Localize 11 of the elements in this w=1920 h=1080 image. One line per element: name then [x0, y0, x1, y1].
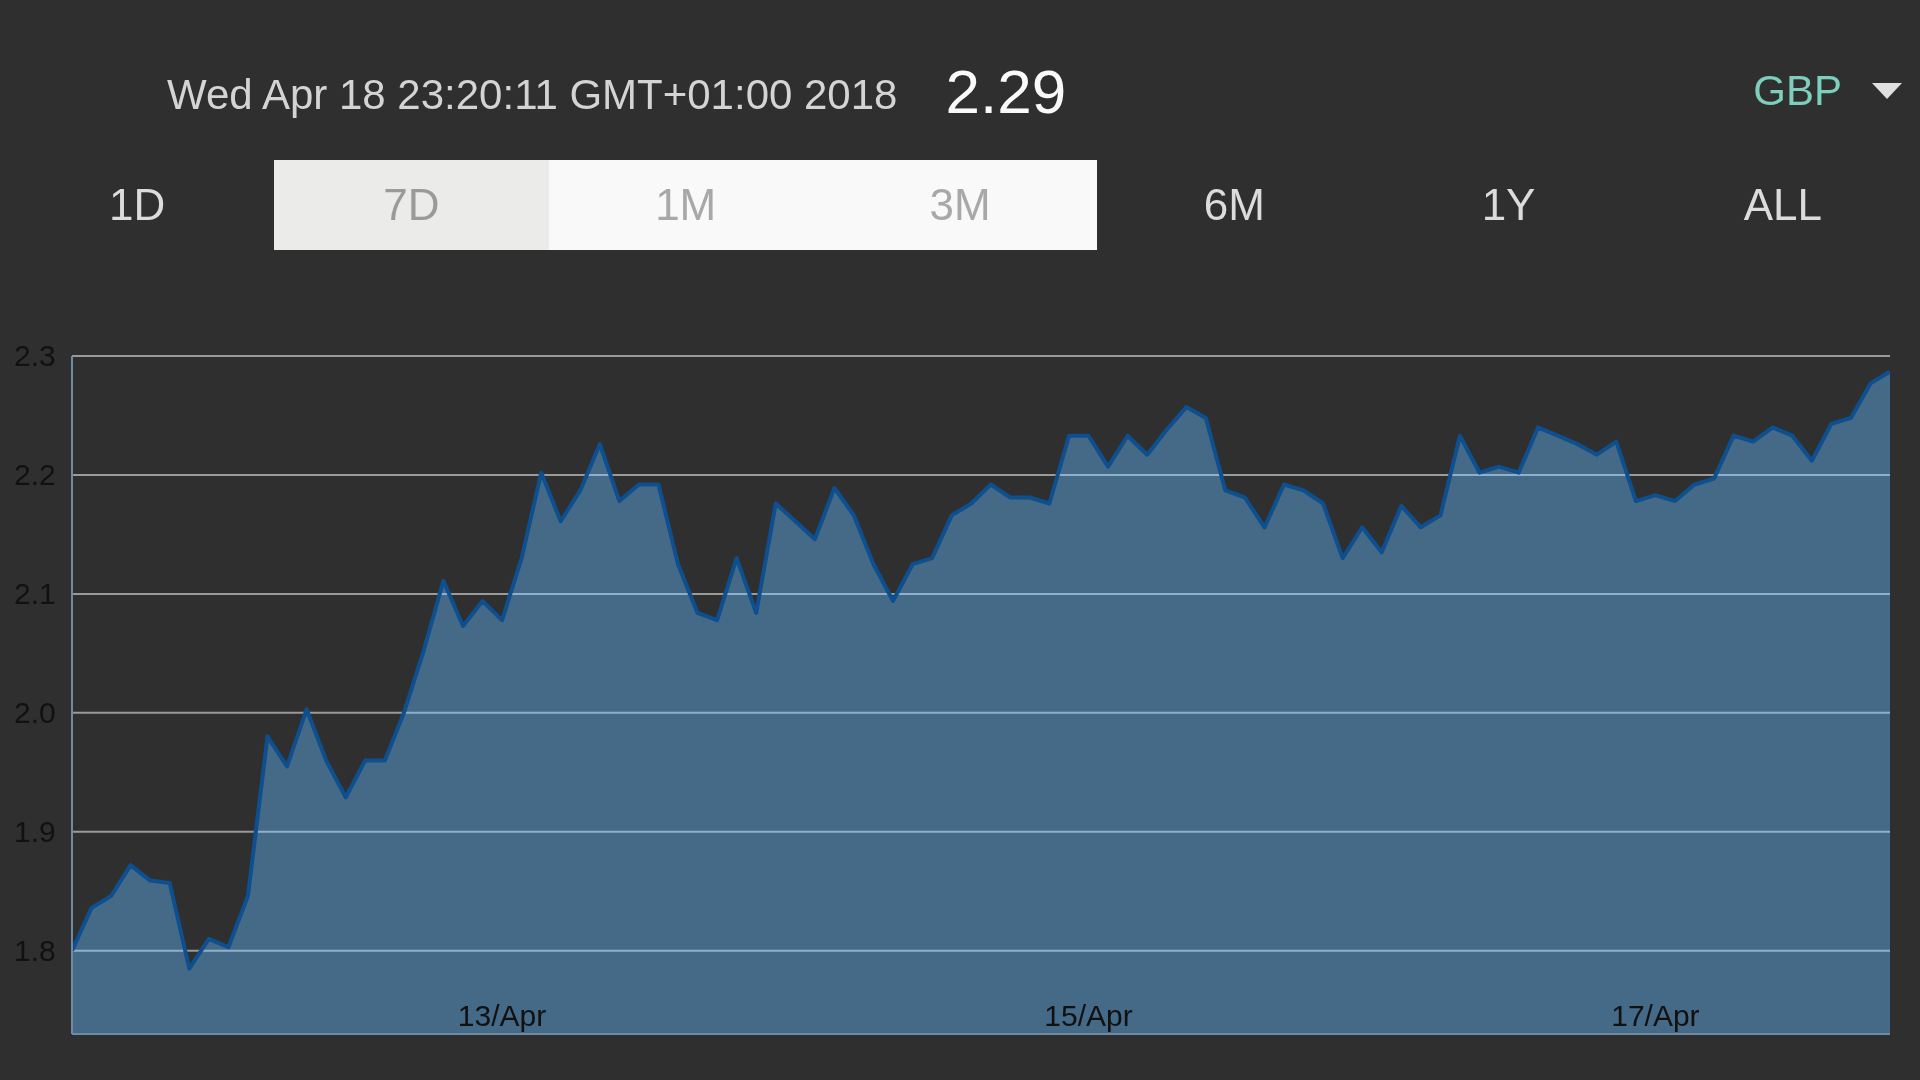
axis-label: 17/Apr — [1611, 999, 1700, 1032]
range-tab[interactable]: ALL — [1645, 160, 1920, 250]
timestamp: Wed Apr 18 23:20:11 GMT+01:00 2018 — [167, 71, 898, 119]
caret-icon — [1872, 83, 1902, 99]
price-value: 2.29 — [945, 55, 1067, 127]
currency-dropdown[interactable]: GBP — [1753, 67, 1902, 115]
axis-label: 13/Apr — [457, 999, 547, 1032]
axis-label: 15/Apr — [1044, 999, 1133, 1032]
range-tab[interactable]: 6M — [1097, 160, 1372, 250]
range-tab[interactable]: 1Y — [1371, 160, 1646, 250]
range-tab[interactable]: 1D — [0, 160, 275, 250]
